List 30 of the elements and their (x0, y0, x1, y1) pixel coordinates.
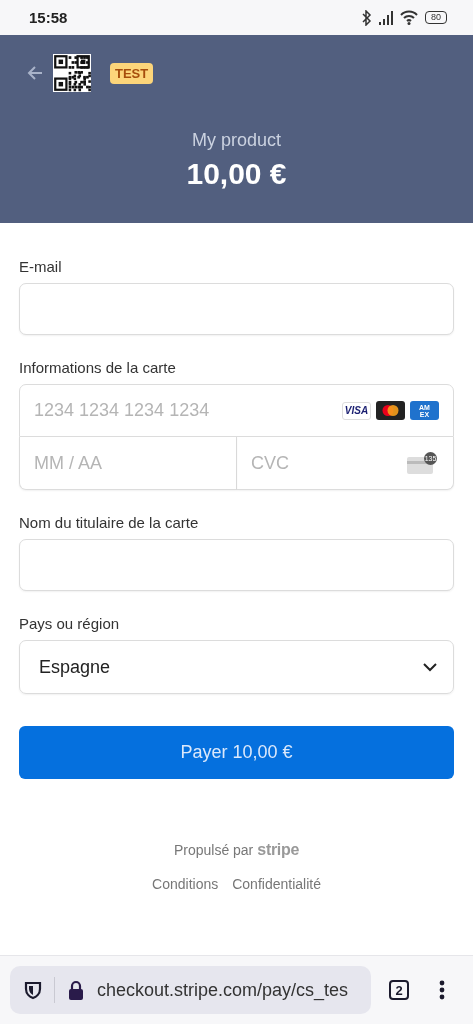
price: 10,00 € (186, 157, 287, 191)
field-label: Informations de la carte (19, 359, 177, 376)
product-name: My product (191, 130, 281, 151)
bluetooth-icon (360, 9, 372, 26)
battery-icon: 80 (425, 11, 447, 24)
clock-time: 15:58 (29, 9, 68, 26)
field-label: E-mail (19, 258, 63, 275)
chevron-down-icon (422, 662, 438, 672)
menu-icon[interactable] (439, 980, 445, 1000)
footer-link[interactable]: Conditions (152, 876, 219, 892)
address-bar[interactable]: checkout.stripe.com/pay/cs_tes (10, 966, 371, 1014)
powered-by-text: Propulsé par (173, 842, 254, 858)
field-label: Nom du titulaire de la carte (19, 514, 200, 531)
back-arrow-icon[interactable] (27, 65, 43, 81)
input-field[interactable] (19, 283, 454, 335)
tabs-button[interactable]: 2 (389, 980, 409, 1000)
signal-icon (379, 10, 393, 25)
mastercard-logo (376, 401, 405, 420)
test-badge: TEST (110, 62, 154, 84)
input-field[interactable] (19, 539, 454, 591)
pay-button[interactable]: Payer 10,00 € (19, 726, 454, 779)
wifi-icon (400, 10, 418, 25)
field-label: Pays ou région (19, 615, 121, 632)
visa-logo: VISA (342, 401, 371, 420)
footer-link[interactable]: Confidentialité (232, 876, 321, 892)
shield-icon[interactable] (24, 980, 42, 1000)
url-text: checkout.stripe.com/pay/cs_tes (97, 979, 349, 1001)
qr-code-icon (53, 54, 91, 92)
country-select[interactable]: Espagne (19, 640, 454, 694)
lock-icon (67, 980, 85, 1000)
